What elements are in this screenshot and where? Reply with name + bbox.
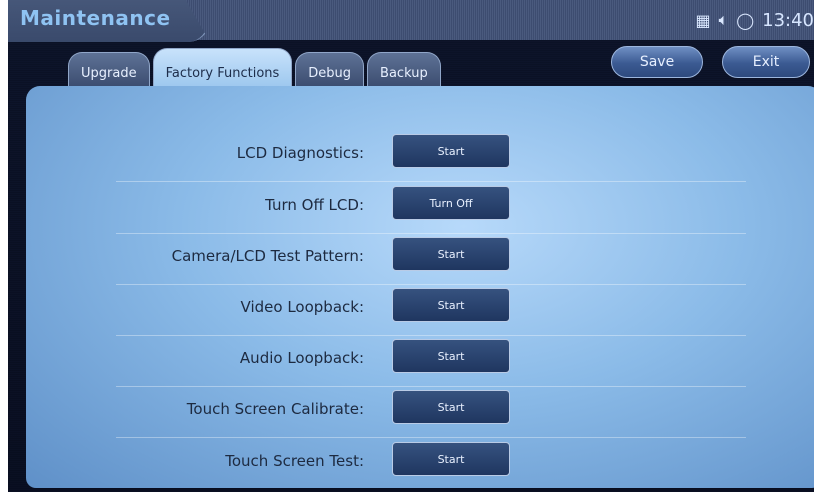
title-tab: Maintenance	[8, 0, 210, 42]
tab-upgrade[interactable]: Upgrade	[68, 52, 150, 88]
row-label: Video Loopback:	[240, 298, 364, 316]
test-pattern-start-button[interactable]: Start	[392, 237, 510, 271]
tab-label: Upgrade	[81, 66, 137, 81]
lcd-diagnostics-start-button[interactable]: Start	[392, 134, 510, 168]
keyboard-icon[interactable]: ▦	[695, 11, 710, 30]
tab-factory-functions[interactable]: Factory Functions	[152, 48, 293, 88]
row-label: Camera/LCD Test Pattern:	[171, 247, 364, 265]
tab-label: Factory Functions	[165, 66, 280, 81]
video-loopback-start-button[interactable]: Start	[392, 288, 510, 322]
app-screen: Maintenance ▦ 🔈︎ ◯ 13:40 Upgrade Factory…	[8, 0, 814, 492]
clock-time: 13:40	[762, 9, 814, 31]
row-label: Touch Screen Test:	[225, 452, 364, 470]
list-item: LCD Diagnostics: Start	[116, 130, 746, 182]
list-item: Touch Screen Test: Start	[116, 438, 746, 490]
tab-label: Backup	[380, 66, 428, 81]
tab-bar: Upgrade Factory Functions Debug Backup	[68, 48, 444, 88]
list-item: Touch Screen Calibrate: Start	[116, 386, 746, 438]
tab-label: Debug	[308, 66, 352, 81]
list-item: Camera/LCD Test Pattern: Start	[116, 233, 746, 285]
status-area: ▦ 🔈︎ ◯ 13:40	[695, 8, 814, 32]
page-title: Maintenance	[20, 6, 171, 30]
list-item: Video Loopback: Start	[116, 284, 746, 336]
save-button[interactable]: Save	[611, 46, 703, 78]
row-label: Touch Screen Calibrate:	[186, 400, 364, 418]
list-item: Turn Off LCD: Turn Off	[116, 182, 746, 234]
row-label: Audio Loopback:	[239, 349, 364, 367]
factory-functions-panel: LCD Diagnostics: Start Turn Off LCD: Tur…	[26, 86, 814, 488]
row-label: LCD Diagnostics:	[236, 144, 364, 162]
touch-test-start-button[interactable]: Start	[392, 442, 510, 476]
tab-debug[interactable]: Debug	[295, 52, 365, 88]
row-label: Turn Off LCD:	[265, 196, 364, 214]
turn-off-lcd-button[interactable]: Turn Off	[392, 186, 510, 220]
audio-loopback-start-button[interactable]: Start	[392, 339, 510, 373]
exit-button[interactable]: Exit	[722, 46, 810, 78]
list-item: Audio Loopback: Start	[116, 335, 746, 387]
touch-calibrate-start-button[interactable]: Start	[392, 390, 510, 424]
speaker-icon[interactable]: 🔈︎	[719, 10, 729, 30]
sync-icon[interactable]: ◯	[736, 11, 754, 30]
tab-backup[interactable]: Backup	[367, 52, 441, 88]
